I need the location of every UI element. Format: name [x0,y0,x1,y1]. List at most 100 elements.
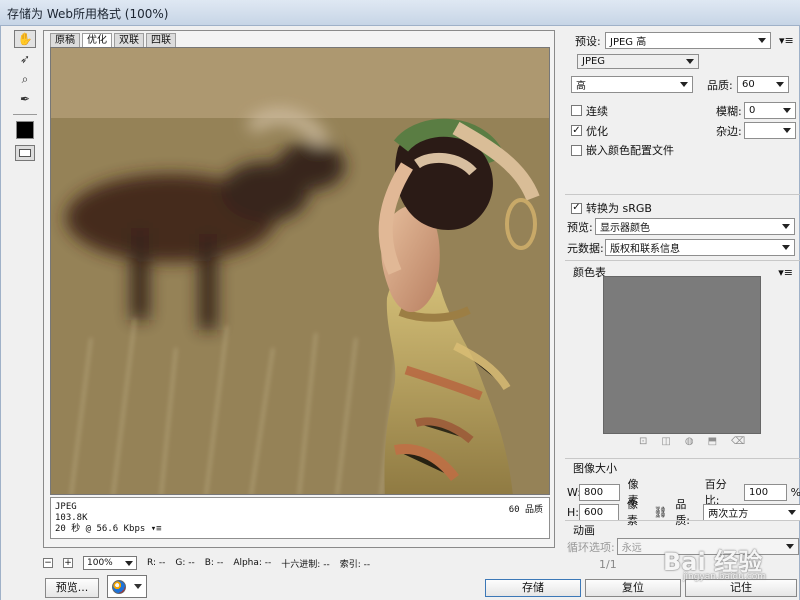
web-shift-icon[interactable]: ◫ [661,436,670,447]
lock-color-icon[interactable]: ⊡ [639,436,647,447]
height-unit: 像素 [626,498,638,527]
matte-select[interactable] [744,122,796,139]
height-row: H: 600 像素 ⛓ 品质: 两次立方 [567,496,800,528]
blur-input[interactable]: 0 [744,102,796,119]
meta-time: 20 秒 @ 56.6 Kbps ▾≡ [55,524,162,535]
preview-label: 预览: [567,220,593,234]
settings-divider [565,520,800,521]
resample-label: 品质: [675,498,691,527]
meta-size: 103.8K [55,513,88,523]
remember-button[interactable]: 记住 [685,579,797,597]
zoom-out-button[interactable]: − [43,558,53,568]
settings-divider [565,260,800,261]
metadata-label: 元数据: [567,241,604,255]
progressive-row: 连续 模糊: 0 [571,102,796,119]
snap-color-icon[interactable]: ◍ [685,436,694,447]
chevron-down-icon [686,59,694,64]
image-preview[interactable] [50,47,550,495]
optimized-checkbox[interactable] [571,125,582,136]
toolbox: ✋ ➶ ⌕ ✒ [11,28,39,161]
chevron-down-icon [783,108,791,113]
slice-select-icon: ➶ [19,52,31,66]
r-value: R: -- [147,558,166,568]
hand-tool-button[interactable]: ✋ [14,30,36,48]
preset-label: 预设: [575,34,601,48]
preview-image [51,48,549,494]
format-row: JPEG [577,54,699,69]
view-tabs: 原稿 优化 双联 四联 [50,33,178,47]
embed-profile-checkbox[interactable] [571,144,582,156]
color-table-panel[interactable] [603,276,761,434]
reset-button[interactable]: 复位 [585,579,681,597]
optimized-label: 优化 [586,124,608,138]
resample-value: 两次立方 [708,508,749,520]
metadata-select[interactable]: 版权和联系信息 [605,239,795,256]
file-meta-panel: JPEG 103.8K 20 秒 @ 56.6 Kbps ▾≡ 60 品质 [50,497,550,539]
chevron-down-icon [787,509,796,515]
metadata-value: 版权和联系信息 [610,244,680,255]
eyedropper-icon: ✒ [19,92,31,106]
animation-title: 动画 [573,524,595,537]
new-color-icon[interactable]: ⬒ [708,436,717,447]
blur-label: 模糊: [716,104,742,118]
tab-4-up[interactable]: 四联 [146,33,176,47]
zoom-in-button[interactable]: + [63,558,73,568]
window-title-bar: 存储为 Web所用格式 (100%) [0,0,800,26]
height-input[interactable]: 600 [578,503,619,521]
resample-select[interactable]: 两次立方 [703,503,800,521]
zoom-select[interactable]: 100% [83,556,137,570]
eyedropper-tool-button[interactable]: ✒ [14,90,36,108]
meta-left: JPEG 103.8K 20 秒 @ 56.6 Kbps ▾≡ [55,502,162,535]
image-size-header: 图像大小 [573,460,617,476]
tab-original[interactable]: 原稿 [50,33,80,47]
convert-srgb-row: 转换为 sRGB [571,200,652,216]
convert-srgb-label: 转换为 sRGB [586,202,652,215]
toggle-slices-visibility-button[interactable] [15,145,35,161]
preset-select[interactable]: JPEG 高 [605,32,771,49]
chevron-down-icon [785,544,794,549]
format-value: JPEG [582,56,606,67]
link-icon[interactable]: ⛓ [653,506,667,519]
metadata-row: 元数据: 版权和联系信息 [567,239,795,256]
quality-input[interactable]: 60 [737,76,789,93]
browser-select-button[interactable] [107,575,147,598]
tab-optimized[interactable]: 优化 [82,33,112,47]
index-value: 索引: -- [339,559,371,570]
meta-menu-icon[interactable]: ▾≡ [151,524,162,534]
height-value: 600 [583,506,604,518]
convert-srgb-checkbox[interactable] [571,202,582,214]
tool-divider [13,114,37,115]
frame-counter: 1/1 [599,558,617,571]
eyedropper-color-swatch[interactable] [16,121,34,139]
embed-profile-row: 嵌入颜色配置文件 [571,142,674,158]
slice-select-tool-button[interactable]: ➶ [14,50,36,68]
progressive-label: 连续 [586,104,608,118]
chevron-down-icon [776,82,784,87]
delete-color-icon[interactable]: ⌫ [731,436,745,447]
color-table-menu-icon[interactable]: ▾≡ [778,266,793,279]
chevron-down-icon [758,38,766,43]
zoom-tool-button[interactable]: ⌕ [14,70,36,88]
preview-button[interactable]: 预览... [45,578,99,598]
save-for-web-window: ✋ ➶ ⌕ ✒ 原稿 优化 双联 四联 JPEG 103.8K 20 秒 @ 5… [0,26,800,600]
loop-select[interactable]: 永远 [616,538,799,555]
format-select[interactable]: JPEG [577,54,699,69]
alpha-value: Alpha: -- [233,558,272,568]
progressive-checkbox[interactable] [571,105,582,116]
tab-2-up[interactable]: 双联 [114,33,144,47]
preview-profile-select[interactable]: 显示器颜色 [595,218,795,235]
compression-select[interactable]: 高 [571,76,693,93]
slice-visibility-icon [19,149,31,157]
hex-value: 十六进制: -- [281,559,330,570]
preview-profile-row: 预览: 显示器颜色 [567,218,795,235]
chevron-down-icon [134,584,142,589]
preset-menu-icon[interactable]: ▾≡ [779,34,794,47]
embed-profile-label: 嵌入颜色配置文件 [586,144,674,157]
preview-profile-value: 显示器颜色 [600,223,650,234]
frame-counter-row: 1/1 [599,558,617,571]
bottom-info-bar: − + 100% R: -- G: -- B: -- Alpha: -- 十六进… [43,554,555,572]
loop-row: 循环选项: 永远 [567,538,799,555]
settings-divider [565,458,800,459]
quality-value: 60 [742,79,755,90]
save-button[interactable]: 存储 [485,579,581,597]
